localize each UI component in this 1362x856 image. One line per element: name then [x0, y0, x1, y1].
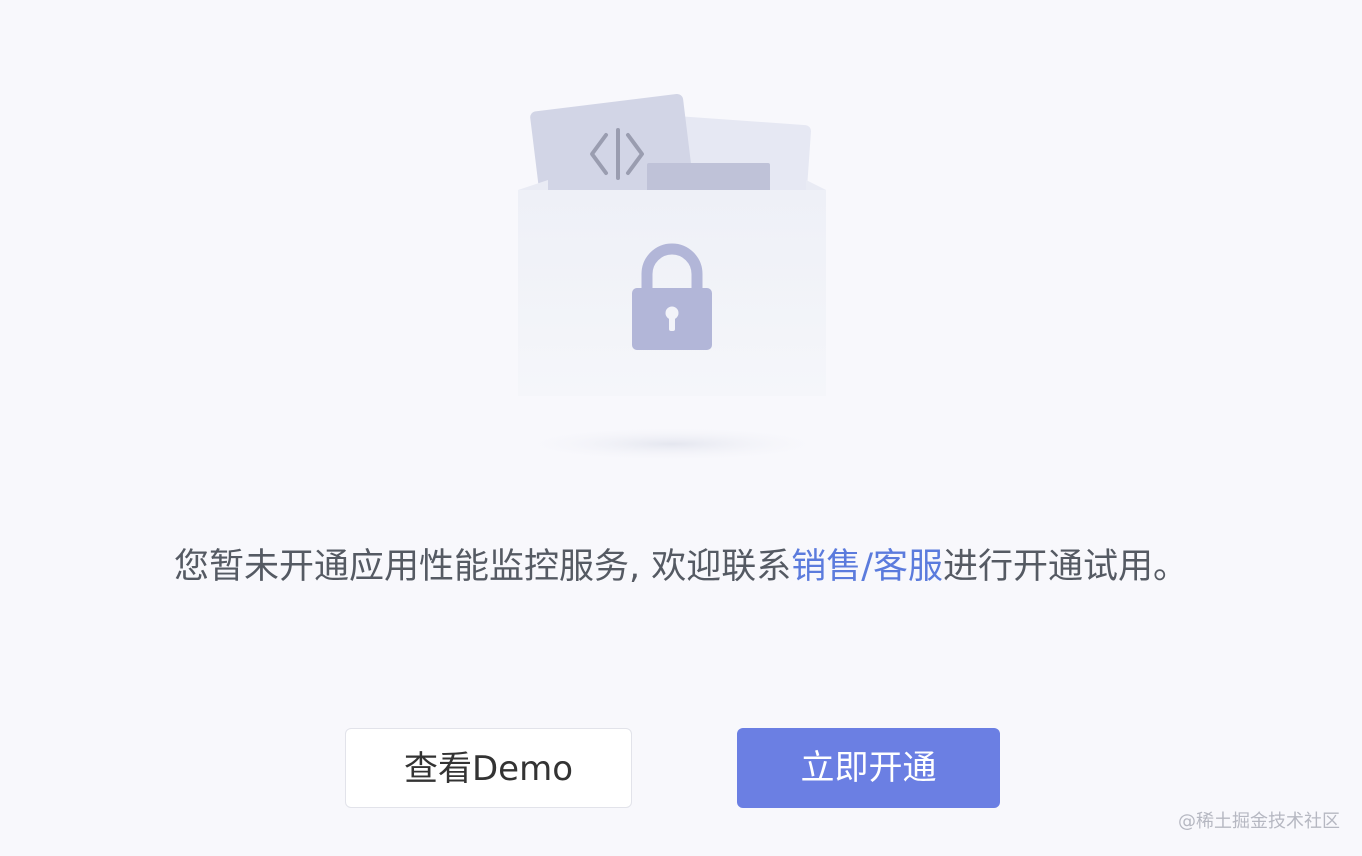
message-text-before: 您暂未开通应用性能监控服务, 欢迎联系	[173, 547, 792, 587]
locked-folder-illustration	[500, 80, 860, 480]
not-activated-message: 您暂未开通应用性能监控服务, 欢迎联系销售/客服进行开通试用。	[0, 540, 1362, 594]
activate-now-button[interactable]: 立即开通	[737, 728, 1000, 808]
view-demo-button[interactable]: 查看Demo	[345, 728, 632, 808]
message-text-after: 进行开通试用。	[943, 547, 1189, 587]
contact-sales-link[interactable]: 销售/客服	[791, 547, 943, 587]
watermark: @稀土掘金技术社区	[1178, 811, 1340, 832]
